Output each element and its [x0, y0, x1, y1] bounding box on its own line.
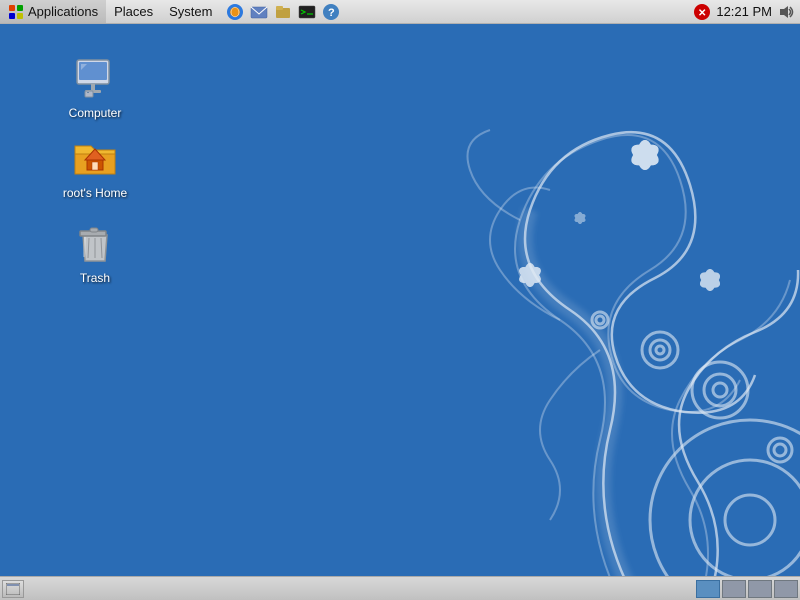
- help-icon[interactable]: ?: [320, 1, 342, 23]
- email-icon[interactable]: [248, 1, 270, 23]
- files-icon[interactable]: [272, 1, 294, 23]
- trash-icon[interactable]: Trash: [55, 215, 135, 289]
- workspace-switcher: [696, 580, 798, 598]
- firefox-icon[interactable]: [224, 1, 246, 23]
- places-label: Places: [114, 4, 153, 19]
- network-icon[interactable]: ✕: [694, 4, 710, 20]
- desktop: Applications Places System: [0, 0, 800, 600]
- desktop-wallpaper: [300, 40, 800, 600]
- trash-icon-image: [71, 219, 119, 267]
- volume-icon[interactable]: [778, 4, 794, 20]
- system-label: System: [169, 4, 212, 19]
- show-desktop-button[interactable]: [2, 580, 24, 598]
- svg-text:✕: ✕: [698, 8, 706, 19]
- panel-toolbar: ?: [224, 1, 342, 23]
- workspace-2-button[interactable]: [722, 580, 746, 598]
- flower4-small: [573, 212, 586, 224]
- computer-icon-image: [71, 54, 119, 102]
- computer-label: Computer: [69, 106, 122, 120]
- terminal-icon[interactable]: [296, 1, 318, 23]
- svg-text:?: ?: [328, 7, 335, 19]
- workspace-4-button[interactable]: [774, 580, 798, 598]
- applications-menu[interactable]: Applications: [0, 0, 106, 23]
- roots-home-label: root's Home: [63, 186, 127, 200]
- taskbar-left: [2, 580, 24, 598]
- clock: 12:21 PM: [716, 4, 772, 19]
- roots-home-icon-image: [71, 134, 119, 182]
- workspace-1-button[interactable]: [696, 580, 720, 598]
- roots-home-icon[interactable]: root's Home: [55, 130, 135, 204]
- applications-icon: [8, 4, 24, 20]
- trash-label: Trash: [80, 271, 110, 285]
- system-menu[interactable]: System: [161, 0, 220, 23]
- top-panel: Applications Places System: [0, 0, 800, 24]
- applications-label: Applications: [28, 4, 98, 19]
- panel-right: ✕ 12:21 PM: [694, 4, 800, 20]
- bottom-panel: [0, 576, 800, 600]
- computer-icon[interactable]: Computer: [55, 50, 135, 124]
- places-menu[interactable]: Places: [106, 0, 161, 23]
- flower3: [697, 269, 722, 291]
- workspace-3-button[interactable]: [748, 580, 772, 598]
